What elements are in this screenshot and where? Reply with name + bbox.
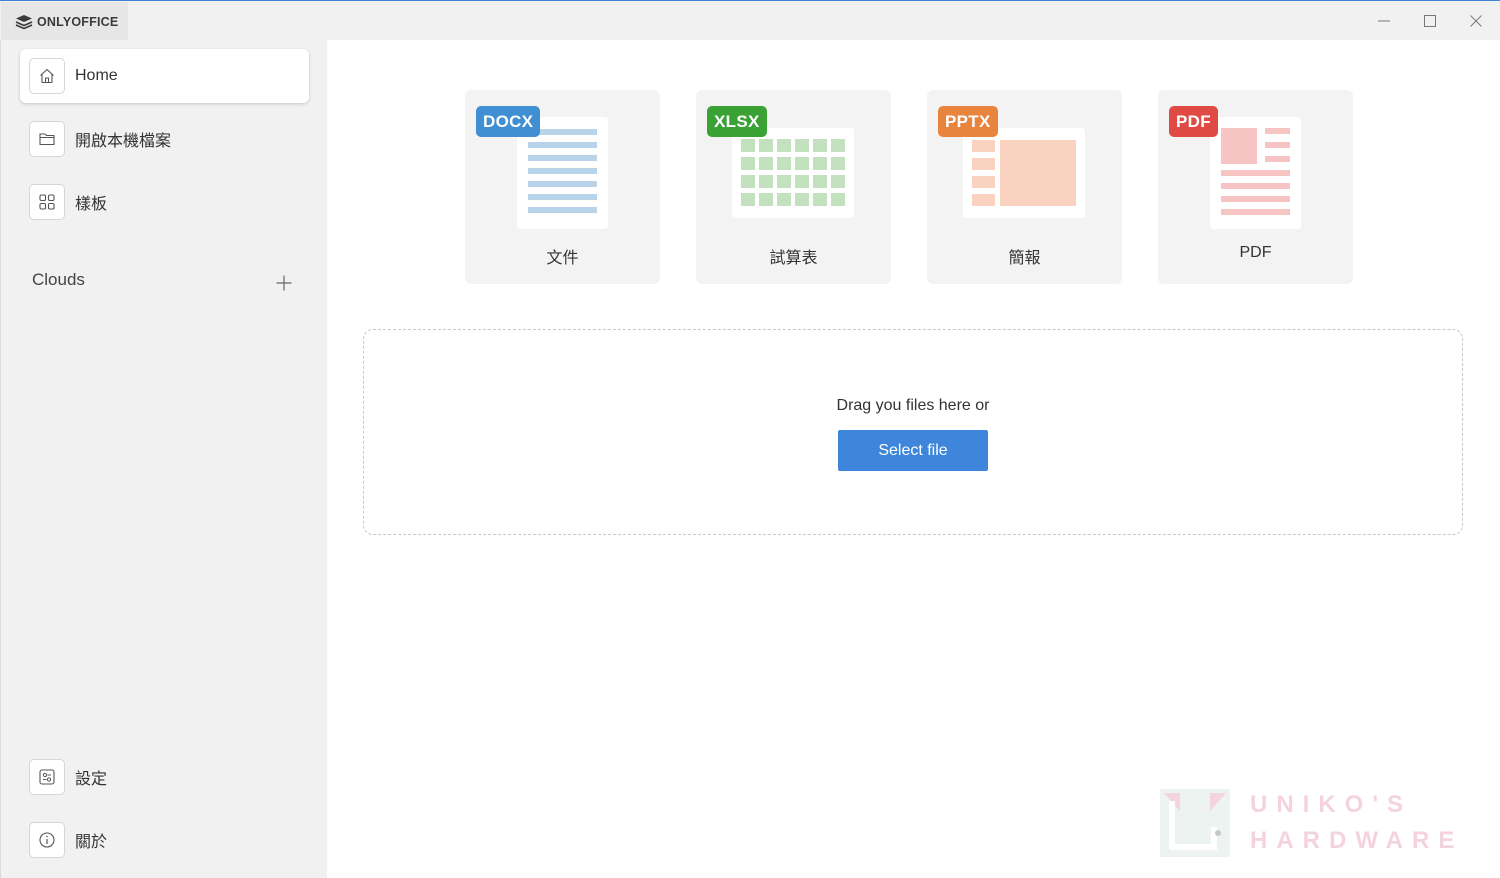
select-file-button[interactable]: Select file	[838, 430, 988, 471]
sidebar-item-about[interactable]: 關於	[20, 813, 309, 867]
app-name: ONLYOFFICE	[37, 14, 119, 29]
info-icon	[29, 822, 65, 858]
pdf-badge: PDF	[1169, 106, 1218, 137]
spreadsheet-preview-icon	[732, 128, 854, 218]
pdf-preview-icon	[1210, 117, 1301, 229]
watermark-logo-icon	[1160, 789, 1230, 857]
settings-icon	[29, 759, 65, 795]
presentation-preview-icon	[963, 128, 1085, 218]
minimize-icon	[1378, 20, 1390, 22]
sidebar-item-label: 關於	[75, 834, 108, 851]
drop-hint-text: Drag you files here or	[836, 397, 990, 414]
add-cloud-button[interactable]	[273, 272, 295, 294]
watermark-line-2: HARDWARE	[1250, 827, 1464, 854]
minimize-button[interactable]	[1372, 9, 1396, 33]
file-drop-zone[interactable]: Drag you files here or Select file	[363, 329, 1463, 535]
sidebar: Home 開啟本機檔案 樣板 Clouds 設定 關於	[0, 40, 327, 878]
card-label: 試算表	[769, 250, 818, 267]
sidebar-item-label: 樣板	[75, 196, 108, 213]
sidebar-item-settings[interactable]: 設定	[20, 750, 309, 804]
create-spreadsheet-card[interactable]: XLSX 試算表	[696, 90, 891, 284]
grid-icon	[29, 184, 65, 220]
folder-icon	[29, 121, 65, 157]
plus-icon	[276, 275, 292, 291]
watermark: UNIKO'S HARDWARE	[1158, 787, 1458, 861]
sidebar-item-templates[interactable]: 樣板	[20, 175, 309, 229]
card-label: 簡報	[1008, 250, 1041, 267]
create-presentation-card[interactable]: PPTX 簡報	[927, 90, 1122, 284]
card-label: PDF	[1239, 244, 1272, 261]
home-icon	[29, 58, 65, 94]
sidebar-item-label: 開啟本機檔案	[75, 133, 172, 150]
pptx-badge: PPTX	[938, 106, 998, 137]
watermark-line-1: UNIKO'S	[1250, 791, 1413, 818]
maximize-button[interactable]	[1418, 9, 1442, 33]
close-button[interactable]	[1464, 9, 1488, 33]
onlyoffice-logo-icon	[15, 14, 33, 29]
clouds-label: Clouds	[32, 270, 85, 289]
card-label: 文件	[546, 250, 579, 267]
sidebar-item-open-local-file[interactable]: 開啟本機檔案	[20, 112, 309, 166]
xlsx-badge: XLSX	[707, 106, 767, 137]
sidebar-item-label: 設定	[75, 771, 108, 788]
close-icon	[1470, 15, 1482, 27]
docx-badge: DOCX	[476, 106, 541, 137]
app-tab[interactable]: ONLYOFFICE	[1, 2, 128, 41]
title-bar: ONLYOFFICE	[0, 0, 1500, 41]
create-document-card[interactable]: DOCX 文件	[465, 90, 660, 284]
create-pdf-card[interactable]: PDF PDF	[1158, 90, 1353, 284]
sidebar-item-label: Home	[75, 67, 118, 84]
sidebar-item-home[interactable]: Home	[20, 49, 309, 103]
maximize-icon	[1424, 15, 1436, 27]
